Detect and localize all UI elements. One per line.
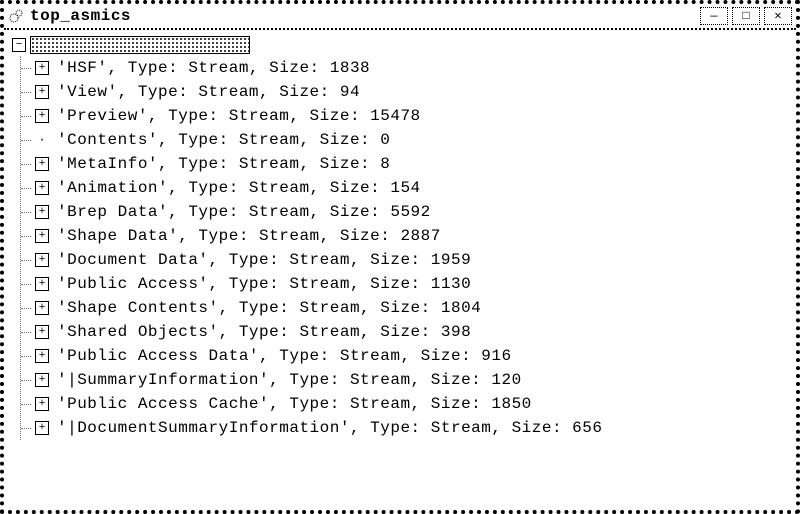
tree-node-label: '|DocumentSummaryInformation', Type: Str… [57,419,602,437]
tree-node[interactable]: + 'Brep Data', Type: Stream, Size: 5592 [21,200,786,224]
tree-node-label: 'Public Access', Type: Stream, Size: 113… [57,275,471,293]
expand-icon[interactable]: + [35,349,49,363]
tree-node[interactable]: + 'Shape Contents', Type: Stream, Size: 1… [21,296,786,320]
tree-node-label: '|SummaryInformation', Type: Stream, Siz… [57,371,522,389]
tree-view: − + 'HSF', Type: Stream, Size: 1838 + 'View… [4,30,796,446]
tree-node-label: 'Contents', Type: Stream, Size: 0 [57,131,390,149]
tree-node-label: 'MetaInfo', Type: Stream, Size: 8 [57,155,390,173]
expand-icon[interactable]: + [35,373,49,387]
window-title: top_asmics [30,7,131,25]
expand-icon[interactable]: + [35,157,49,171]
leaf-icon: · [35,133,49,147]
tree-node[interactable]: + 'Public Access', Type: Stream, Size: 11… [21,272,786,296]
tree-node[interactable]: + 'Shared Objects', Type: Stream, Size: 3… [21,320,786,344]
tree-children: + 'HSF', Type: Stream, Size: 1838 + 'View',… [20,56,786,440]
expand-icon[interactable]: + [35,421,49,435]
expand-icon[interactable]: + [35,325,49,339]
app-window: top_asmics — □ ✕ − + 'HSF', Type: Stream,… [0,0,800,514]
tree-node-label: 'Public Access Cache', Type: Stream, Siz… [57,395,532,413]
tree-node[interactable]: + 'Preview', Type: Stream, Size: 15478 [21,104,786,128]
expand-icon[interactable]: + [35,205,49,219]
maximize-icon: □ [742,10,749,22]
tree-node-label: 'Public Access Data', Type: Stream, Size… [57,347,512,365]
tree-node-label: 'Animation', Type: Stream, Size: 154 [57,179,421,197]
expand-icon[interactable]: + [35,301,49,315]
tree-node[interactable]: + '|DocumentSummaryInformation', Type: St… [21,416,786,440]
tree-node[interactable]: + 'MetaInfo', Type: Stream, Size: 8 [21,152,786,176]
tree-node-label: 'HSF', Type: Stream, Size: 1838 [57,59,370,77]
tree-node-label: 'Shape Contents', Type: Stream, Size: 18… [57,299,481,317]
expand-icon[interactable]: + [35,109,49,123]
tree-node-label: 'Document Data', Type: Stream, Size: 195… [57,251,471,269]
tree-node[interactable]: + 'HSF', Type: Stream, Size: 1838 [21,56,786,80]
expand-icon[interactable]: + [35,229,49,243]
tree-node[interactable]: + 'Public Access Cache', Type: Stream, Si… [21,392,786,416]
maximize-button[interactable]: □ [732,7,760,25]
tree-node[interactable]: + 'View', Type: Stream, Size: 94 [21,80,786,104]
expand-icon[interactable]: + [35,85,49,99]
close-button[interactable]: ✕ [764,7,792,25]
close-icon: ✕ [774,10,781,22]
tree-node-label: 'Brep Data', Type: Stream, Size: 5592 [57,203,431,221]
tree-node-label: 'Shape Data', Type: Stream, Size: 2887 [57,227,441,245]
tree-node-label: 'Shared Objects', Type: Stream, Size: 39… [57,323,471,341]
tree-node[interactable]: + 'Document Data', Type: Stream, Size: 19… [21,248,786,272]
titlebar: top_asmics — □ ✕ [4,4,796,30]
tree-root-row[interactable]: − [12,36,786,54]
tree-node[interactable]: + 'Shape Data', Type: Stream, Size: 2887 [21,224,786,248]
expand-icon[interactable]: + [35,253,49,267]
minimize-button[interactable]: — [700,7,728,25]
expand-icon[interactable]: + [35,397,49,411]
tree-node[interactable]: + 'Public Access Data', Type: Stream, Siz… [21,344,786,368]
expand-icon[interactable]: + [35,277,49,291]
expand-icon[interactable]: + [35,181,49,195]
tree-node[interactable]: + 'Animation', Type: Stream, Size: 154 [21,176,786,200]
app-icon [8,8,24,24]
collapse-icon[interactable]: − [12,38,26,52]
minimize-icon: — [710,10,717,22]
tree-node-label: 'Preview', Type: Stream, Size: 15478 [57,107,421,125]
tree-node-label: 'View', Type: Stream, Size: 94 [57,83,360,101]
tree-node[interactable]: · 'Contents', Type: Stream, Size: 0 [21,128,786,152]
tree-node[interactable]: + '|SummaryInformation', Type: Stream, Si… [21,368,786,392]
root-node-label [30,36,250,54]
expand-icon[interactable]: + [35,61,49,75]
